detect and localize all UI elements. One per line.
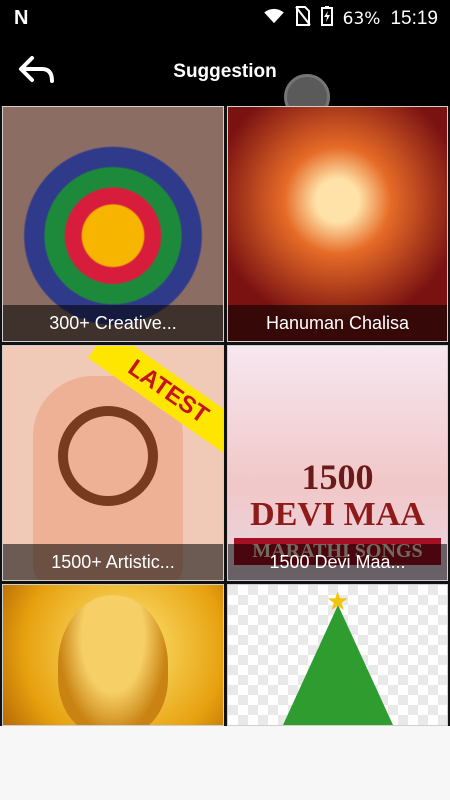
clock: 15:19: [390, 7, 438, 29]
mehndi-pattern: [58, 406, 158, 506]
star-icon: ★: [326, 587, 350, 617]
christmas-tree-image: [283, 605, 393, 725]
status-bar: N 63% 15:19: [0, 0, 450, 36]
grid-item-label: 1500 Devi Maa...: [228, 544, 447, 580]
wifi-icon: [263, 8, 285, 29]
battery-percent: 63%: [342, 8, 381, 29]
art-text-title: DEVI MAA: [250, 496, 425, 533]
grid-item-label: 300+ Creative...: [3, 305, 223, 341]
grid-item[interactable]: 1500 DEVI MAA MARATHI SONGS 1500 Devi Ma…: [227, 345, 448, 581]
grid-item[interactable]: LATEST 1500+ Artistic...: [2, 345, 224, 581]
grid-item[interactable]: 300+ Creative...: [2, 106, 224, 342]
deity-image: [58, 595, 168, 725]
grid-item[interactable]: Hanuman Chalisa: [227, 106, 448, 342]
grid-item-label: Hanuman Chalisa: [228, 305, 447, 341]
no-sim-icon: [294, 6, 311, 31]
bottom-area: [0, 726, 450, 800]
grid-item[interactable]: ★: [227, 584, 448, 726]
battery-charging-icon: [320, 6, 333, 31]
carrier-logo: N: [14, 7, 29, 29]
status-icons: 63% 15:19: [263, 6, 438, 31]
grid-item-label: 1500+ Artistic...: [3, 544, 223, 580]
suggestion-grid: 300+ Creative... Hanuman Chalisa LATEST …: [0, 106, 450, 726]
page-title: Suggestion: [173, 61, 277, 82]
art-text-number: 1500: [301, 457, 374, 497]
app-bar: Suggestion: [0, 36, 450, 120]
grid-item[interactable]: [2, 584, 224, 726]
